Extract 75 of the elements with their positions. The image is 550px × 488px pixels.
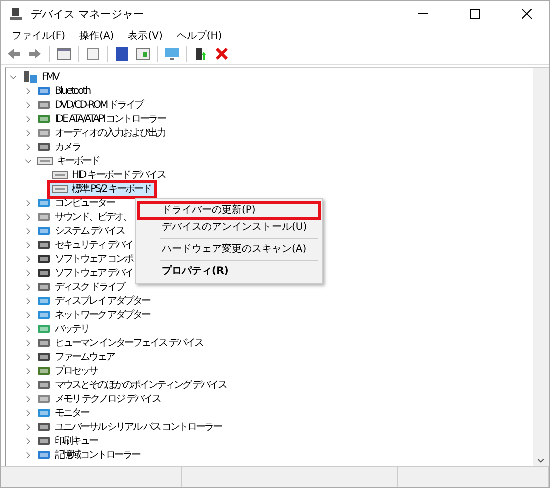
device-icon: [37, 351, 51, 363]
device-icon: [37, 267, 51, 279]
tree-item[interactable]: キーボード: [35, 154, 102, 168]
tree-item[interactable]: ディスプレイ アダプター: [35, 294, 154, 308]
device-icon: [37, 337, 51, 349]
device-icon: [37, 85, 51, 97]
help-button[interactable]: [113, 45, 131, 63]
tree-item[interactable]: マウスとそのほかのポインティング デバイス: [35, 378, 230, 392]
context-menu-item[interactable]: デバイスのアンインストール(U): [138, 219, 320, 236]
device-icon: [37, 393, 51, 405]
menu-item[interactable]: 操作(A): [72, 28, 122, 42]
app-icon: [9, 7, 23, 21]
tree-item[interactable]: カメラ: [35, 140, 84, 154]
device-icon: [37, 379, 51, 391]
device-icon: [37, 295, 51, 307]
view-button[interactable]: [134, 45, 152, 63]
menu-item[interactable]: 表示(V): [121, 28, 170, 42]
device-icon: [37, 421, 51, 433]
device-icon: [37, 253, 51, 265]
tree-item[interactable]: ネットワーク アダプター: [35, 308, 154, 322]
tree-item[interactable]: ソフトウェア コンポ: [35, 252, 136, 266]
tree-item[interactable]: ディスク ドライブ: [35, 280, 128, 294]
tree-item[interactable]: セキュリティ デバイ: [35, 238, 136, 252]
device-icon: [37, 323, 51, 335]
device-icon: [37, 239, 51, 251]
tree-item[interactable]: システム デバイス: [35, 224, 128, 238]
device-icon: [37, 141, 51, 153]
tree-item[interactable]: メモリ テクノロジ デバイス: [35, 392, 164, 406]
device-icon: [37, 449, 51, 461]
device-icon: [37, 407, 51, 419]
device-icon: [37, 99, 51, 111]
device-icon: [37, 197, 51, 209]
tree-item[interactable]: ヒューマン インターフェイス デバイス: [35, 336, 206, 350]
tree-item[interactable]: FMV: [20, 70, 62, 84]
device-icon: [37, 225, 51, 237]
device-icon: [37, 365, 51, 377]
tree-item[interactable]: 記憶域コントローラー: [35, 448, 143, 462]
device-icon: [37, 113, 51, 125]
tree-item[interactable]: 印刷キュー: [35, 434, 100, 448]
device-icon: [37, 309, 51, 321]
console-tree-button[interactable]: [55, 45, 73, 63]
close-icon[interactable]: [522, 9, 532, 19]
keyboard-icon: [37, 156, 53, 166]
window-title: デバイス マネージャー: [31, 6, 146, 22]
keyboard-icon: [52, 184, 68, 194]
context-menu-item[interactable]: ドライバーの更新(P): [138, 202, 320, 219]
context-menu-item[interactable]: プロパティ(R): [138, 263, 320, 280]
device-icon: [37, 211, 51, 223]
tree-item[interactable]: ユニバーサル シリアル バス コントローラー: [35, 420, 225, 434]
maximize-icon[interactable]: [470, 9, 480, 19]
properties-button[interactable]: [84, 45, 102, 63]
tree-item[interactable]: オーディオの入力および出力: [35, 126, 168, 140]
tree-item[interactable]: ソフトウェア デバイ: [35, 266, 136, 280]
tree-item[interactable]: DVD/CD-ROM ドライブ: [35, 98, 146, 112]
tree-item[interactable]: プロセッサ: [35, 364, 100, 378]
device-icon: [37, 127, 51, 139]
tree-item[interactable]: HID キーボード デバイス: [50, 168, 169, 182]
tree-item[interactable]: IDE ATA/ATAPI コントローラー: [35, 112, 169, 126]
monitor-button[interactable]: [163, 45, 181, 63]
tree-item[interactable]: 標準 PS/2 キーボード: [50, 182, 154, 196]
tree-item[interactable]: モニター: [35, 406, 92, 420]
uninstall-button[interactable]: [213, 45, 231, 63]
keyboard-icon: [52, 170, 68, 180]
context-menu-item[interactable]: ハードウェア変更のスキャン(A): [138, 241, 320, 258]
tree-item[interactable]: ファームウェア: [35, 350, 118, 364]
menu-item[interactable]: ヘルプ(H): [170, 28, 230, 42]
tree-item[interactable]: コンピューター: [35, 196, 118, 210]
scrollbar[interactable]: [533, 68, 549, 466]
device-icon: [37, 435, 51, 447]
tree-item[interactable]: Bluetooth: [35, 84, 94, 98]
menu-item[interactable]: ファイル(F): [5, 28, 73, 42]
tree-item[interactable]: サウンド、ビデオ、: [35, 210, 134, 224]
device-icon: [37, 281, 51, 293]
computer-icon: [22, 70, 38, 84]
tree-item[interactable]: バッテリ: [35, 322, 92, 336]
